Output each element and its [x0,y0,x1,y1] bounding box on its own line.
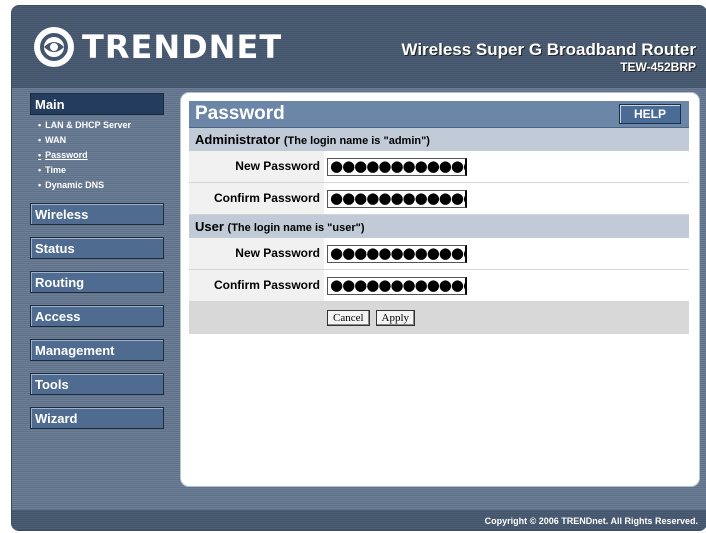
trendnet-logo: TRENDNET [34,26,282,68]
user-new-password-label: New Password [189,238,324,269]
nav-main[interactable]: Main [30,93,164,115]
subnav-item-time[interactable]: • Time [30,163,168,178]
user-section-heading: User (The login name is "user") [189,215,689,238]
help-button[interactable]: HELP [619,104,681,124]
admin-new-password-label: New Password [189,151,324,182]
admin-confirm-password-label: Confirm Password [189,183,324,214]
logo-text: TRENDNET [82,28,283,66]
subnav-item-wan[interactable]: • WAN [30,133,168,148]
footer: Copyright © 2006 TRENDnet. All Rights Re… [12,510,706,530]
password-form: Administrator (The login name is "admin"… [189,128,689,334]
user-new-password-input[interactable]: ●●●●●●●●●●●● [327,244,467,263]
sidebar-nav: Main • LAN & DHCP Server • WAN • Password •… [30,93,168,441]
user-note: (The login name is "user") [227,222,365,234]
nav-wireless[interactable]: Wireless [30,203,164,225]
nav-status[interactable]: Status [30,237,164,259]
product-model: TEW-452BRP [620,60,696,74]
header-banner: TRENDNET Wireless Super G Broadband Rout… [12,6,706,88]
admin-new-password-input[interactable]: ●●●●●●●●●●●● [327,157,467,176]
password-panel: Password HELP Administrator (The login n… [181,93,699,486]
logo-eye-icon [34,27,74,67]
main-subnav: • LAN & DHCP Server • WAN • Password • Time … [30,118,168,193]
copyright-text: Copyright © 2006 TRENDnet. All Rights Re… [484,516,698,526]
nav-management[interactable]: Management [30,339,164,361]
nav-wizard[interactable]: Wizard [30,407,164,429]
product-title: Wireless Super G Broadband Router [401,40,696,59]
panel-title-bar: Password HELP [189,101,689,128]
admin-confirm-password-row: Confirm Password ●●●●●●●●●●●● [189,183,689,215]
admin-section-heading: Administrator (The login name is "admin"… [189,128,689,151]
user-confirm-password-label: Confirm Password [189,270,324,301]
subnav-item-dynamic-dns[interactable]: • Dynamic DNS [30,178,168,193]
subnav-item-lan-dhcp[interactable]: • LAN & DHCP Server [30,118,168,133]
apply-button[interactable]: Apply [375,310,416,326]
admin-note: (The login name is "admin") [283,135,430,147]
admin-confirm-password-input[interactable]: ●●●●●●●●●●●● [327,189,467,208]
page-title: Password [195,103,285,124]
nav-routing[interactable]: Routing [30,271,164,293]
user-new-password-row: New Password ●●●●●●●●●●●● [189,238,689,270]
form-actions-row: Cancel Apply [189,302,689,334]
subnav-item-password[interactable]: • Password [30,148,168,163]
nav-tools[interactable]: Tools [30,373,164,395]
user-confirm-password-row: Confirm Password ●●●●●●●●●●●● [189,270,689,302]
user-confirm-password-input[interactable]: ●●●●●●●●●●●● [327,276,467,295]
cancel-button[interactable]: Cancel [327,310,370,326]
nav-access[interactable]: Access [30,305,164,327]
actions-spacer [189,302,324,334]
admin-new-password-row: New Password ●●●●●●●●●●●● [189,151,689,183]
